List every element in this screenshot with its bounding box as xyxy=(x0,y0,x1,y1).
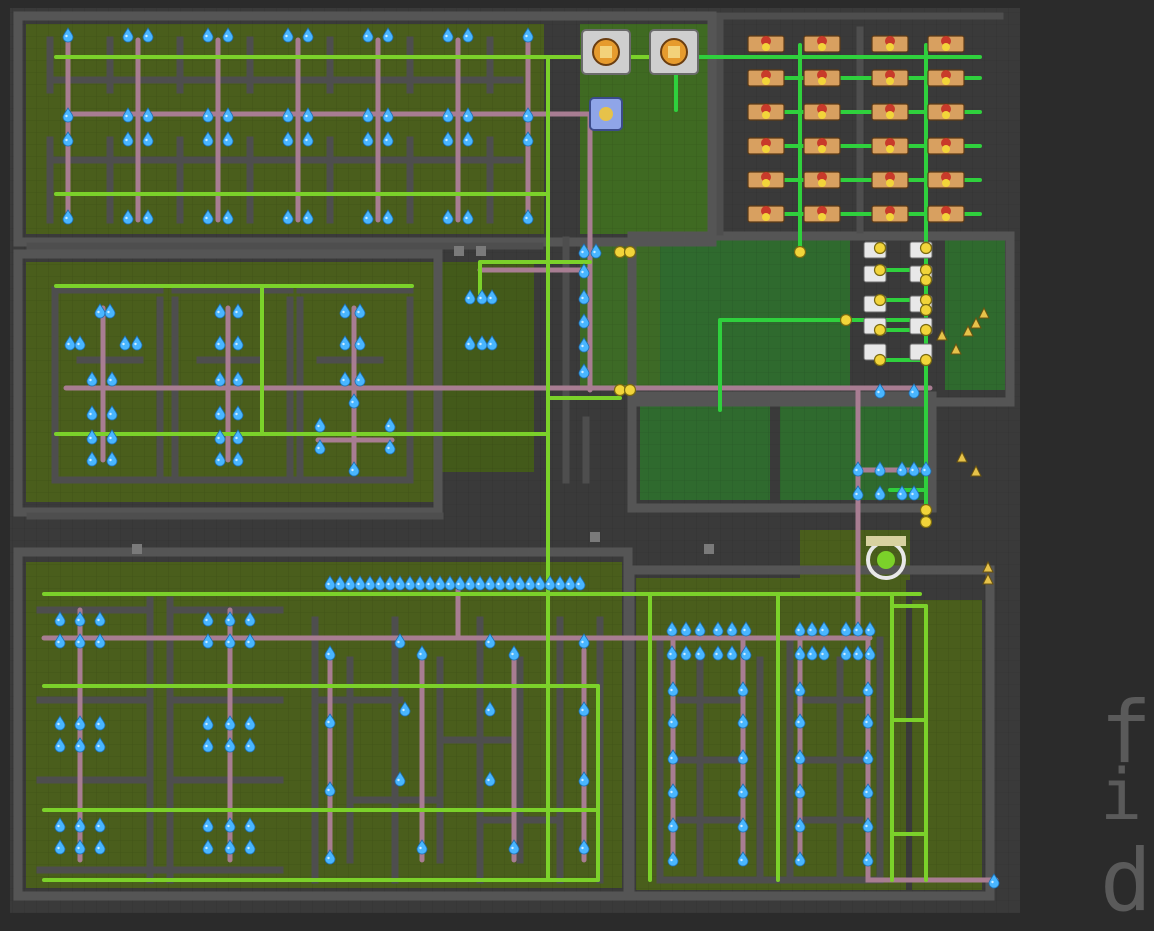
generator-icon xyxy=(803,69,841,87)
generator-icon xyxy=(871,137,909,155)
power-plug-icon xyxy=(919,293,933,307)
generator-icon xyxy=(927,103,965,121)
generator-icon xyxy=(927,171,965,189)
generator-icon xyxy=(803,171,841,189)
power-plug-icon xyxy=(873,241,887,255)
generator-icon xyxy=(871,205,909,223)
generator-icon xyxy=(871,69,909,87)
generator-icon xyxy=(747,103,785,121)
power-plug-icon xyxy=(919,353,933,367)
corner-logo-d: d xyxy=(1100,831,1152,931)
power-plug-icon xyxy=(919,515,933,529)
power-plug-icon xyxy=(919,323,933,337)
colony-map[interactable] xyxy=(0,0,1154,923)
generator-icon xyxy=(927,35,965,53)
generator-icon xyxy=(747,205,785,223)
power-plug-icon xyxy=(873,353,887,367)
generator-icon xyxy=(747,171,785,189)
generator-icon xyxy=(927,69,965,87)
generator-icon xyxy=(803,205,841,223)
generator-icon xyxy=(871,35,909,53)
generator-icon xyxy=(927,205,965,223)
power-plug-icon xyxy=(623,245,637,259)
power-plug-icon xyxy=(793,245,807,259)
power-plug-icon xyxy=(919,263,933,277)
power-plug-icon xyxy=(873,293,887,307)
generator-icon xyxy=(871,103,909,121)
generator-icon xyxy=(871,171,909,189)
power-plug-icon xyxy=(919,241,933,255)
generator-icon xyxy=(803,103,841,121)
power-plug-icon xyxy=(623,383,637,397)
generator-icon xyxy=(747,35,785,53)
power-plug-icon xyxy=(919,303,933,317)
generator-icon xyxy=(747,69,785,87)
power-plug-icon xyxy=(919,503,933,517)
generator-icon xyxy=(803,137,841,155)
power-plug-icon xyxy=(839,313,853,327)
generator-icon xyxy=(803,35,841,53)
corner-logo-i: i xyxy=(1100,754,1143,836)
power-plug-icon xyxy=(919,273,933,287)
power-plug-icon xyxy=(613,383,627,397)
power-plug-icon xyxy=(873,263,887,277)
power-plug-icon xyxy=(613,245,627,259)
generator-icon xyxy=(747,137,785,155)
generator-icon xyxy=(927,137,965,155)
power-plug-icon xyxy=(873,323,887,337)
